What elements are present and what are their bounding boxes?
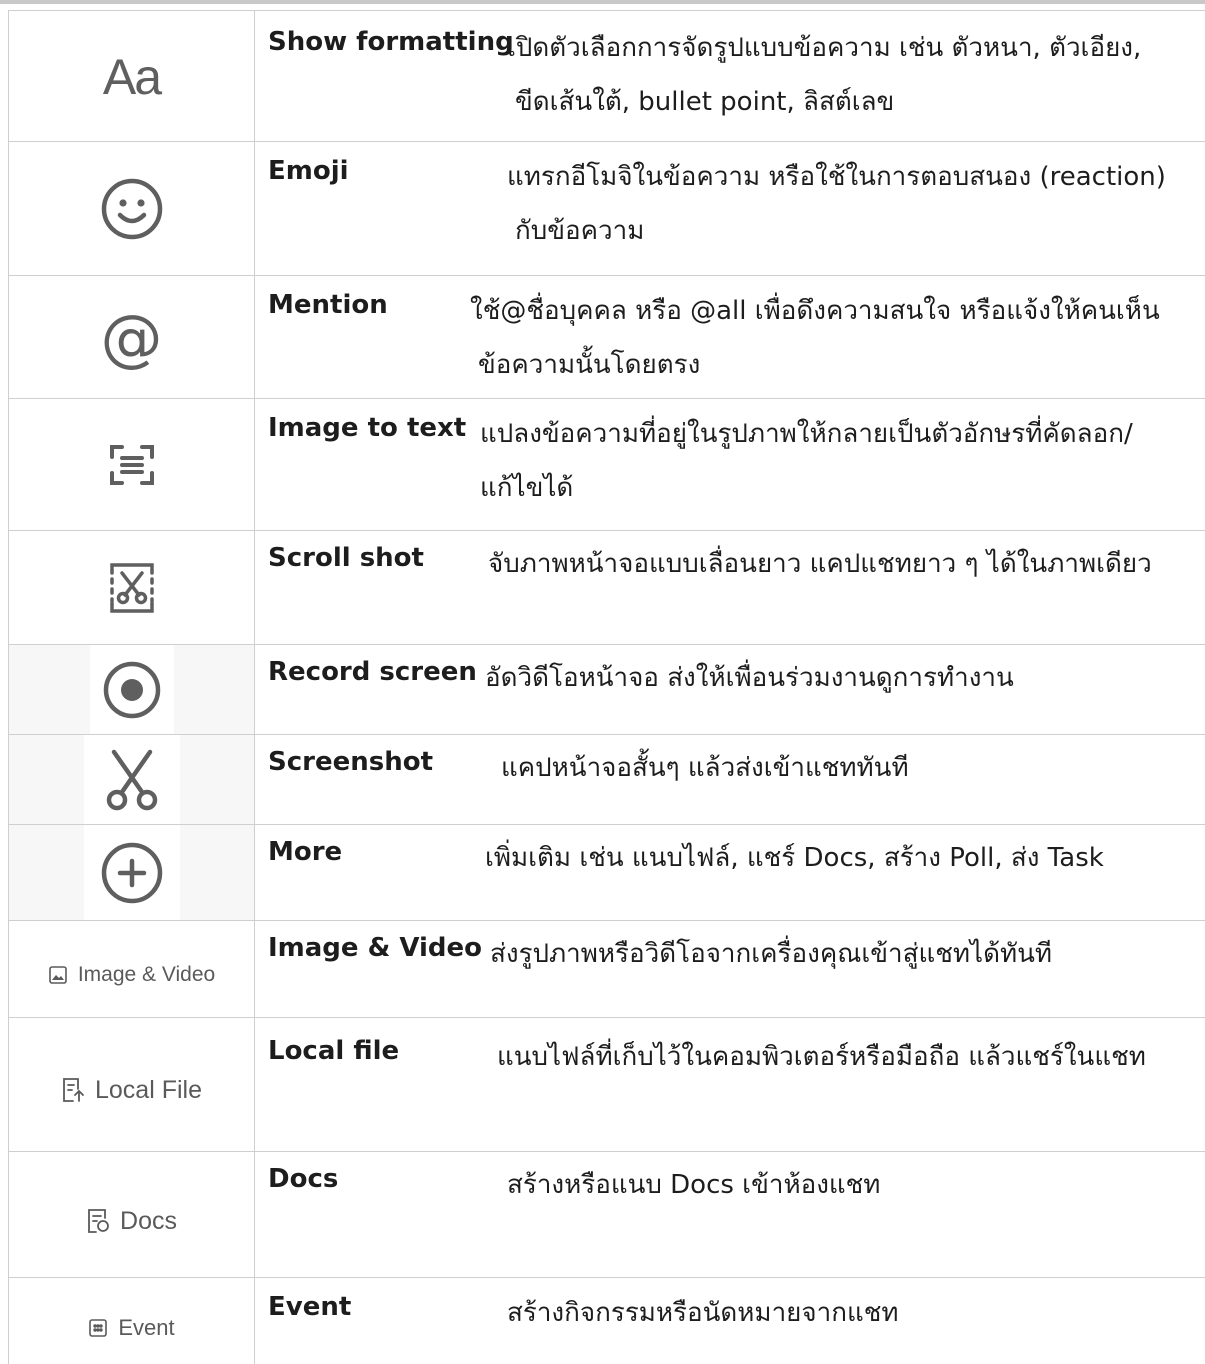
feature-name: Event xyxy=(268,1292,352,1322)
table-row: @ Mention ใช้@ชื่อบุคคล หรือ @all เพื่อด… xyxy=(8,275,1205,399)
table-row: Image to text แปลงข้อความที่อยู่ในรูปภาพ… xyxy=(8,398,1205,531)
docs-button-label: Docs xyxy=(120,1206,177,1235)
feature-description: แนบไฟล์ที่เก็บไว้ในคอมพิวเตอร์หรือมือถือ… xyxy=(497,1042,1146,1072)
feature-description: สร้างหรือแนบ Docs เข้าห้องแชท xyxy=(507,1170,881,1200)
event-button[interactable]: Event xyxy=(88,1315,175,1341)
icon-cell xyxy=(8,735,255,825)
feature-description: ส่งรูปภาพหรือวิดีโอจากเครื่องคุณเข้าสู่แ… xyxy=(490,939,1053,969)
feature-name: More xyxy=(268,837,343,867)
text-format-icon[interactable]: Aa xyxy=(103,48,162,106)
feature-name: Scroll shot xyxy=(268,543,424,573)
feature-description-line2: แก้ไขได้ xyxy=(480,473,574,503)
feature-name: Screenshot xyxy=(268,747,434,777)
icon-cell: Docs xyxy=(8,1152,255,1278)
icon-cell xyxy=(8,399,255,531)
icon-cell: Local File xyxy=(8,1018,255,1152)
icon-cell: Image & Video xyxy=(8,921,255,1018)
feature-name: Show formatting xyxy=(268,27,514,57)
table-row: Aa Show formatting เปิดตัวเลือกการจัดรูป… xyxy=(8,10,1205,142)
feature-name: Local file xyxy=(268,1036,400,1066)
image-to-text-icon[interactable] xyxy=(108,441,156,489)
icon-cell: Event xyxy=(8,1278,255,1364)
feature-description: แปลงข้อความที่อยู่ในรูปภาพให้กลายเป็นตัว… xyxy=(480,419,1133,449)
calendar-icon xyxy=(88,1318,108,1338)
feature-description-line2: กับข้อความ xyxy=(515,216,645,246)
table-row: Record screen อัดวิดีโอหน้าจอ ส่งให้เพื่… xyxy=(8,644,1205,735)
scissors-icon[interactable] xyxy=(102,748,162,812)
table-row: Event Event สร้างกิจกรรมหรือนัดหมายจากแช… xyxy=(8,1277,1205,1364)
feature-name: Image to text xyxy=(268,413,467,443)
event-button-label: Event xyxy=(118,1315,175,1340)
docs-icon xyxy=(86,1208,110,1234)
image-video-button-label: Image & Video xyxy=(77,962,216,986)
feature-name: Docs xyxy=(268,1164,339,1194)
feature-description: อัดวิดีโอหน้าจอ ส่งให้เพื่อนร่วมงานดูการ… xyxy=(485,663,1014,693)
feature-description-line2: ขีดเส้นใต้, bullet point, ลิสต์เลข xyxy=(515,87,895,117)
scroll-shot-icon[interactable] xyxy=(108,561,156,615)
record-screen-icon[interactable] xyxy=(102,660,162,720)
icon-cell xyxy=(8,531,255,645)
table-row: Docs Docs สร้างหรือแนบ Docs เข้าห้องแชท xyxy=(8,1151,1205,1278)
table-row: Image & Video Image & Video ส่งรูปภาพหรื… xyxy=(8,920,1205,1018)
feature-description: จับภาพหน้าจอแบบเลื่อนยาว แคปแชทยาว ๆ ได้… xyxy=(488,549,1152,579)
feature-description: แคปหน้าจอสั้นๆ แล้วส่งเข้าแชททันที xyxy=(501,753,909,783)
local-file-button[interactable]: Local File xyxy=(61,1076,202,1105)
feature-description-line2: ข้อความนั้นโดยตรง xyxy=(478,350,701,380)
icon-cell xyxy=(8,142,255,276)
image-icon xyxy=(48,965,68,985)
top-divider xyxy=(0,0,1205,4)
emoji-icon[interactable] xyxy=(100,177,164,241)
file-upload-icon xyxy=(61,1077,85,1103)
feature-name: Mention xyxy=(268,290,388,320)
feature-description: แทรกอีโมจิในข้อความ หรือใช้ในการตอบสนอง … xyxy=(507,162,1166,192)
plus-circle-icon[interactable] xyxy=(100,841,164,905)
local-file-button-label: Local File xyxy=(95,1075,202,1104)
image-video-button[interactable]: Image & Video xyxy=(48,963,215,987)
feature-description: สร้างกิจกรรมหรือนัดหมายจากแชท xyxy=(507,1298,899,1328)
table-row: Local File Local file แนบไฟล์ที่เก็บไว้ใ… xyxy=(8,1017,1205,1152)
mention-icon[interactable]: @ xyxy=(101,301,163,374)
feature-name: Emoji xyxy=(268,156,349,186)
icon-cell: @ xyxy=(8,276,255,399)
table-row: More เพิ่มเติม เช่น แนบไฟล์, แชร์ Docs, … xyxy=(8,824,1205,921)
table-row: Screenshot แคปหน้าจอสั้นๆ แล้วส่งเข้าแชท… xyxy=(8,734,1205,825)
icon-cell xyxy=(8,825,255,921)
feature-description: ใช้@ชื่อบุคคล หรือ @all เพื่อดึงความสนใจ… xyxy=(470,296,1160,326)
feature-description: เปิดตัวเลือกการจัดรูปแบบข้อความ เช่น ตัว… xyxy=(507,33,1142,63)
table-row: Emoji แทรกอีโมจิในข้อความ หรือใช้ในการตอ… xyxy=(8,141,1205,276)
feature-name: Record screen xyxy=(268,657,477,687)
icon-cell xyxy=(8,645,255,735)
feature-description: เพิ่มเติม เช่น แนบไฟล์, แชร์ Docs, สร้าง… xyxy=(485,843,1104,873)
docs-button[interactable]: Docs xyxy=(86,1207,177,1236)
table-row: Scroll shot จับภาพหน้าจอแบบเลื่อนยาว แคป… xyxy=(8,530,1205,645)
icon-cell: Aa xyxy=(8,11,255,142)
feature-name: Image & Video xyxy=(268,933,483,963)
